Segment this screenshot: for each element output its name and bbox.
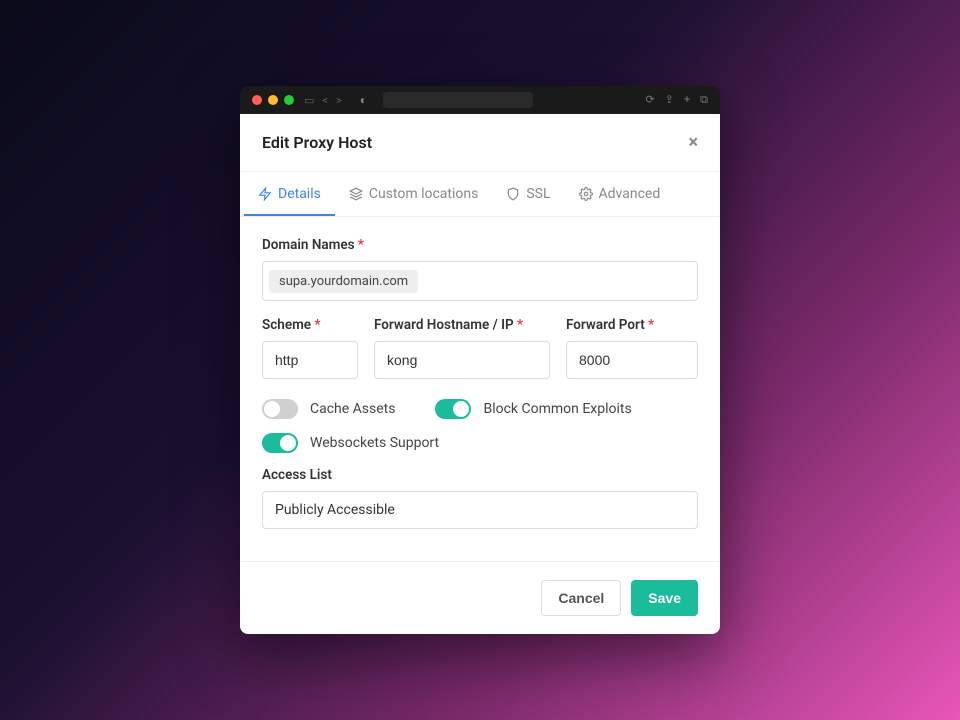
tab-label: Advanced: [599, 186, 661, 202]
modal-title: Edit Proxy Host: [262, 133, 372, 152]
tab-ssl[interactable]: SSL: [492, 172, 564, 216]
tab-custom-locations[interactable]: Custom locations: [335, 172, 493, 216]
modal-header: Edit Proxy Host ×: [240, 114, 720, 172]
tab-details[interactable]: Details: [244, 172, 335, 216]
edit-proxy-host-modal: Edit Proxy Host × Details Custom locatio…: [240, 114, 720, 634]
hostname-input[interactable]: [374, 341, 550, 379]
titlebar-nav: ▭ < >: [304, 94, 342, 107]
shield-icon: [506, 187, 520, 201]
url-bar[interactable]: [383, 92, 533, 108]
modal-footer: Cancel Save: [240, 561, 720, 634]
switch[interactable]: [262, 399, 298, 419]
titlebar-actions: ⟳ ⇪ + ⧉: [645, 93, 708, 107]
access-list-label: Access List: [262, 467, 698, 483]
websockets-toggle[interactable]: Websockets Support: [262, 433, 439, 453]
switch[interactable]: [262, 433, 298, 453]
cancel-button[interactable]: Cancel: [541, 580, 621, 616]
scheme-label: Scheme *: [262, 317, 358, 333]
back-icon[interactable]: <: [322, 94, 328, 107]
tabs-icon[interactable]: ⧉: [700, 93, 708, 107]
sidebar-toggle-icon[interactable]: ▭: [304, 94, 314, 107]
block-exploits-toggle[interactable]: Block Common Exploits: [435, 399, 631, 419]
toggle-label: Block Common Exploits: [483, 401, 631, 417]
titlebar: ▭ < > ◐ ⟳ ⇪ + ⧉: [240, 86, 720, 114]
share-icon[interactable]: ⇪: [665, 93, 674, 107]
reload-icon[interactable]: ⟳: [645, 93, 654, 107]
tab-advanced[interactable]: Advanced: [565, 172, 675, 216]
bolt-icon: [258, 187, 272, 201]
tab-label: Custom locations: [369, 186, 479, 202]
port-input[interactable]: [566, 341, 698, 379]
gear-icon: [579, 187, 593, 201]
minimize-window-icon[interactable]: [268, 95, 278, 105]
domain-names-input[interactable]: supa.yourdomain.com: [262, 261, 698, 301]
toggle-label: Websockets Support: [310, 435, 439, 451]
new-tab-icon[interactable]: +: [684, 93, 690, 107]
tab-label: Details: [278, 186, 321, 202]
modal-tabs: Details Custom locations SSL Advanced: [240, 172, 720, 217]
tab-label: SSL: [526, 186, 550, 202]
cache-assets-toggle[interactable]: Cache Assets: [262, 399, 395, 419]
privacy-shield-icon[interactable]: ◐: [360, 93, 367, 107]
domain-chip[interactable]: supa.yourdomain.com: [269, 270, 418, 293]
close-window-icon[interactable]: [252, 95, 262, 105]
scheme-select[interactable]: [262, 341, 358, 379]
maximize-window-icon[interactable]: [284, 95, 294, 105]
toggle-label: Cache Assets: [310, 401, 395, 417]
save-button[interactable]: Save: [631, 580, 698, 616]
layers-icon: [349, 187, 363, 201]
close-icon[interactable]: ×: [688, 132, 698, 153]
hostname-label: Forward Hostname / IP *: [374, 317, 550, 333]
forward-icon[interactable]: >: [336, 94, 342, 107]
traffic-lights: [252, 95, 294, 105]
app-window: ▭ < > ◐ ⟳ ⇪ + ⧉ Edit Proxy Host × Detail…: [240, 86, 720, 634]
access-list-select[interactable]: Publicly Accessible: [262, 491, 698, 529]
required-mark: *: [358, 237, 364, 253]
modal-body: Domain Names * supa.yourdomain.com Schem…: [240, 217, 720, 537]
switch[interactable]: [435, 399, 471, 419]
port-label: Forward Port *: [566, 317, 698, 333]
domain-names-label: Domain Names *: [262, 237, 698, 253]
